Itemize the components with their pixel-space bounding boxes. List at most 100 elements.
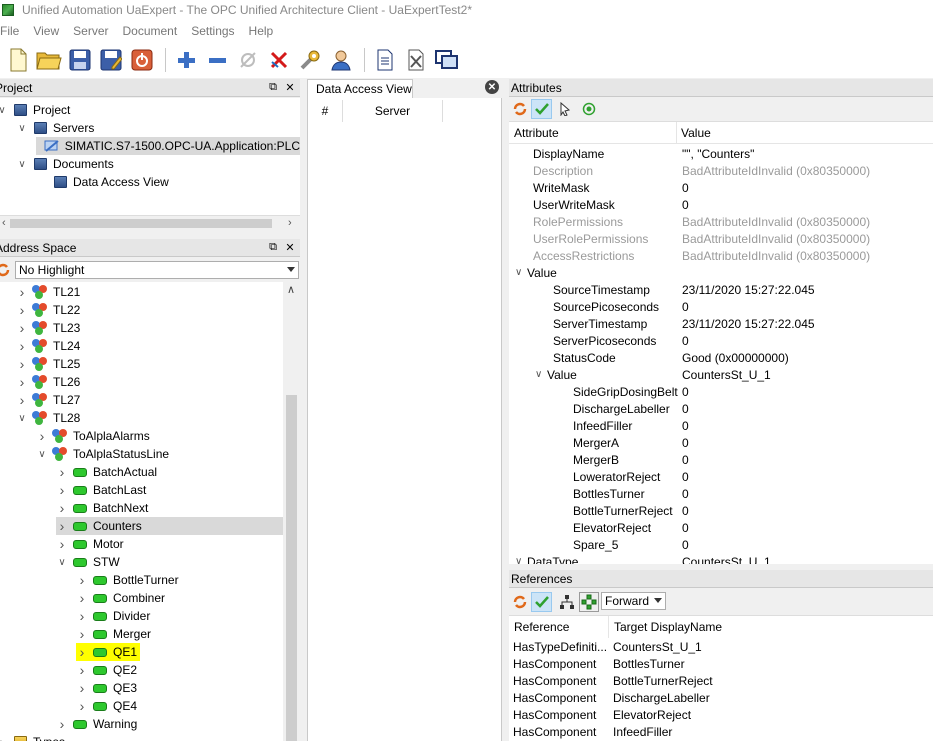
tree-row-tl22[interactable]: › TL22	[16, 301, 81, 319]
chevron-down-icon[interactable]: ∨	[515, 267, 522, 278]
user-icon[interactable]	[327, 46, 355, 74]
tree-row-toalplastatusline[interactable]: ∨ ToAlplaStatusLine	[36, 445, 169, 463]
tree-row-merger[interactable]: › Merger	[76, 625, 151, 643]
tree-row-batchnext[interactable]: › BatchNext	[56, 499, 149, 517]
attribute-row[interactable]: Description BadAttributeIdInvalid (0x8035…	[509, 162, 932, 179]
tree-row-qe4[interactable]: › QE4	[76, 697, 137, 715]
tree-row-types[interactable]: › Types	[0, 733, 65, 741]
chevron-right-icon[interactable]: ›	[16, 338, 28, 354]
reference-row[interactable]: HasComponent DischargeLabeller	[509, 689, 932, 706]
highlight-select[interactable]: No Highlight	[15, 261, 299, 279]
chevron-down-icon[interactable]: ∨	[0, 104, 8, 116]
disconnect-icon[interactable]	[265, 46, 293, 74]
attribute-row[interactable]: UserRolePermissions BadAttributeIdInvalid…	[509, 230, 932, 247]
auto-update-check-icon[interactable]	[531, 592, 552, 612]
attribute-row[interactable]: InfeedFiller 0	[509, 417, 932, 434]
column-header-target[interactable]: Target DisplayName	[614, 620, 722, 634]
chevron-right-icon[interactable]: ›	[76, 698, 88, 714]
tree-row-documents[interactable]: ∨ Documents	[16, 155, 113, 173]
attribute-row[interactable]: DisplayName "", "Counters"	[509, 145, 932, 162]
hierarchy-icon[interactable]	[559, 594, 575, 613]
new-document-icon[interactable]	[4, 46, 32, 74]
connect-icon[interactable]	[234, 46, 262, 74]
attribute-row[interactable]: Spare_5 0	[509, 536, 932, 553]
float-panel-icon[interactable]: ⧉	[266, 241, 280, 255]
quit-icon[interactable]	[128, 46, 156, 74]
attribute-row[interactable]: ServerTimestamp 23/11/2020 15:27:22.045	[509, 315, 932, 332]
close-panel-icon[interactable]: ✕	[283, 241, 297, 255]
settings-wrench-icon[interactable]	[296, 46, 324, 74]
tab-data-access-view[interactable]: Data Access View	[307, 79, 413, 98]
chevron-right-icon[interactable]: ›	[56, 536, 68, 552]
chevron-right-icon[interactable]: ›	[76, 662, 88, 678]
scroll-left-icon[interactable]: ‹	[2, 217, 6, 229]
tree-row-tl21[interactable]: › TL21	[16, 283, 81, 301]
tree-row-servers[interactable]: ∨ Servers	[16, 119, 94, 137]
chevron-right-icon[interactable]: ›	[36, 428, 48, 444]
menu-server[interactable]: Server	[73, 24, 122, 38]
chevron-down-icon[interactable]: ∨	[16, 122, 28, 134]
close-panel-icon[interactable]: ✕	[283, 81, 297, 95]
chevron-down-icon[interactable]: ∨	[36, 448, 48, 460]
reference-row[interactable]: HasComponent InfeedFiller	[509, 723, 932, 740]
attribute-row[interactable]: ∨ Value	[509, 264, 932, 281]
tree-row-qe1[interactable]: › QE1	[76, 643, 141, 661]
tree-row-tl28[interactable]: ∨ TL28	[16, 409, 80, 427]
chevron-right-icon[interactable]: ›	[16, 320, 28, 336]
chevron-down-icon[interactable]: ∨	[16, 412, 28, 424]
chevron-right-icon[interactable]: ›	[16, 284, 28, 300]
close-tab-icon[interactable]: ✕	[485, 80, 499, 94]
add-server-icon[interactable]	[172, 46, 200, 74]
chevron-right-icon[interactable]: ›	[76, 608, 88, 624]
tree-row-tl24[interactable]: › TL24	[16, 337, 81, 355]
menu-view[interactable]: View	[33, 24, 73, 38]
tree-row-toalplaalarms[interactable]: › ToAlplaAlarms	[36, 427, 150, 445]
direction-select[interactable]: Forward	[601, 592, 666, 610]
menu-document[interactable]: Document	[122, 24, 191, 38]
target-icon[interactable]	[582, 102, 596, 119]
chevron-right-icon[interactable]: ›	[56, 482, 68, 498]
column-header-attribute[interactable]: Attribute	[514, 126, 559, 140]
project-horizontal-scrollbar[interactable]: ‹ ›	[0, 215, 300, 231]
tree-row-warning[interactable]: › Warning	[56, 715, 138, 733]
chevron-right-icon[interactable]: ›	[76, 680, 88, 696]
scroll-up-icon[interactable]: ∧	[287, 283, 295, 296]
chevron-right-icon[interactable]: ›	[16, 302, 28, 318]
chevron-down-icon[interactable]: ∨	[515, 556, 522, 564]
cursor-pointer-icon[interactable]	[559, 101, 573, 119]
attribute-row[interactable]: SideGripDosingBelt 0	[509, 383, 932, 400]
tree-row-motor[interactable]: › Motor	[56, 535, 124, 553]
reference-row[interactable]: HasTypeDefiniti... CountersSt_U_1	[509, 638, 932, 655]
tree-row-stw[interactable]: ∨ STW	[56, 553, 119, 571]
tree-row-server-plc[interactable]: SIMATIC.S7-1500.OPC-UA.Application:PLC	[36, 137, 300, 155]
attribute-row[interactable]: AccessRestrictions BadAttributeIdInvalid …	[509, 247, 932, 264]
column-header-number[interactable]: #	[308, 100, 343, 122]
column-header-reference[interactable]: Reference	[514, 620, 569, 634]
attribute-row[interactable]: SourceTimestamp 23/11/2020 15:27:22.045	[509, 281, 932, 298]
attribute-row[interactable]: DischargeLabeller 0	[509, 400, 932, 417]
tree-row-tl26[interactable]: › TL26	[16, 373, 81, 391]
chevron-down-icon[interactable]: ∨	[56, 556, 68, 568]
attribute-row[interactable]: BottlesTurner 0	[509, 485, 932, 502]
attribute-row[interactable]: WriteMask 0	[509, 179, 932, 196]
save-as-icon[interactable]	[97, 46, 125, 74]
reference-row[interactable]: HasComponent ElevatorReject	[509, 706, 932, 723]
attribute-row[interactable]: SourcePicoseconds 0	[509, 298, 932, 315]
attribute-row[interactable]: RolePermissions BadAttributeIdInvalid (0x…	[509, 213, 932, 230]
tree-row-counters[interactable]: › Counters	[56, 517, 283, 535]
attribute-row[interactable]: BottleTurnerReject 0	[509, 502, 932, 519]
menu-settings[interactable]: Settings	[191, 24, 248, 38]
attribute-row[interactable]: StatusCode Good (0x00000000)	[509, 349, 932, 366]
attribute-row[interactable]: UserWriteMask 0	[509, 196, 932, 213]
browse-references-icon[interactable]	[579, 592, 599, 612]
tree-row-qe3[interactable]: › QE3	[76, 679, 137, 697]
tree-row-project[interactable]: ∨ Project	[0, 101, 70, 119]
column-header-server[interactable]: Server	[343, 100, 443, 122]
refresh-icon[interactable]	[513, 595, 527, 612]
reference-row[interactable]: HasComponent BottlesTurner	[509, 655, 932, 672]
attribute-row[interactable]: MergerB 0	[509, 451, 932, 468]
chevron-right-icon[interactable]: ›	[16, 374, 28, 390]
address-space-vertical-scrollbar[interactable]: ∧	[283, 282, 300, 741]
reference-row[interactable]: HasComponent BottleTurnerReject	[509, 672, 932, 689]
attribute-row[interactable]: MergerA 0	[509, 434, 932, 451]
